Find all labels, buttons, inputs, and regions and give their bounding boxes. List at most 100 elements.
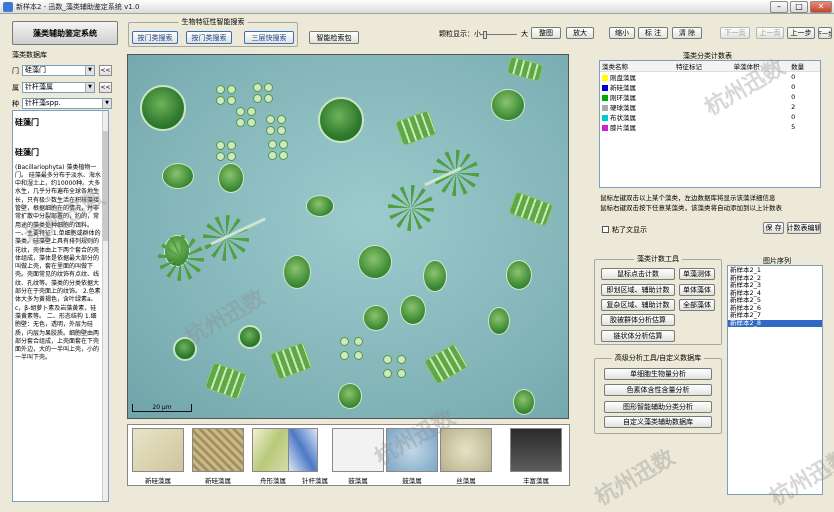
stats-table[interactable]: 藻类名称 特征标记 单藻体积 数量 刚盘藻属 0 新硅藻属 0 刚环藻属 0 硬球藻属 2 布状…: [599, 60, 821, 188]
stats-row-mark: [674, 72, 732, 83]
phylum-select[interactable]: 硅藻门 ▼: [22, 65, 95, 76]
save-button[interactable]: 保 存: [763, 222, 784, 234]
stats-row[interactable]: 刚环藻属 0: [600, 92, 820, 102]
phylum-back-button[interactable]: <<: [99, 65, 112, 76]
class-back-button[interactable]: <<: [99, 82, 112, 93]
stats-row[interactable]: 刚盘藻属 0: [600, 72, 820, 83]
diatom-colony: [506, 55, 544, 83]
algae-cell: [358, 245, 392, 279]
stats-row-count: 0: [791, 113, 796, 121]
stats-row[interactable]: 膝片藻属 5: [600, 122, 820, 132]
algae-cell: [283, 255, 311, 289]
thumbnail-1[interactable]: [192, 428, 244, 472]
col-count: 数量: [789, 61, 820, 72]
stats-row[interactable]: 硬球藻属 2: [600, 102, 820, 112]
diatom-colony: [204, 361, 248, 401]
image-sequence-list[interactable]: 新样本2_1 新样本2_2 新样本2_3 新样本2_4 新样本2_5 新样本2_6 新样本2…: [727, 265, 823, 495]
description-scrollbar[interactable]: [102, 111, 108, 501]
stats-row[interactable]: 新硅藻属 0: [600, 82, 820, 92]
chevron-down-icon: ▼: [85, 83, 94, 92]
color-swatch: [602, 125, 608, 131]
stats-row-name: 刚盘藻属: [600, 72, 674, 82]
app-icon: [3, 2, 13, 12]
algae-cell: [338, 383, 362, 409]
quad-algae: [253, 83, 275, 105]
thumbnail-label-7: 丰富藻属: [523, 477, 549, 485]
quad-algae: [340, 337, 370, 367]
complex-region-count-button[interactable]: 复杂区域、辅助计数: [601, 299, 675, 311]
species-label: 种: [12, 100, 19, 108]
mark-button[interactable]: 标 注: [638, 27, 668, 39]
show-label-checkbox[interactable]: [602, 226, 609, 233]
thumbnail-7[interactable]: [510, 428, 562, 472]
class-select[interactable]: 针杆藻属 ▼: [22, 82, 95, 93]
all-body-button[interactable]: 全部藻体: [679, 299, 715, 311]
description-title: 硅藻门: [15, 118, 39, 127]
thumbnail-0[interactable]: [132, 428, 184, 472]
count-table-edit-button[interactable]: 计数表编辑: [787, 222, 821, 234]
diatom-colony: [394, 109, 438, 147]
thumbnail-label-1: 新硅藻属: [205, 477, 231, 485]
thumbnail-3[interactable]: [288, 428, 318, 472]
search-by-phylum-button[interactable]: 按门类搜索: [132, 31, 178, 44]
system-button[interactable]: 藻类辅助鉴定系统: [12, 21, 118, 45]
close-button[interactable]: ✕: [810, 1, 832, 13]
prev-page-button[interactable]: 上一页: [756, 27, 784, 39]
algae-cell: [423, 260, 447, 292]
microscope-image[interactable]: 20 μm: [127, 54, 569, 419]
description-panel[interactable]: 硅藻门 硅藻门 (Bacillariophyta) 藻类植物一门。 硅藻最多分布…: [12, 110, 109, 502]
stats-row-volume: [732, 122, 790, 132]
algae-cell: [400, 295, 426, 325]
pigment-analysis-button[interactable]: 色素体含性含量分析: [604, 384, 712, 396]
quad-algae: [236, 107, 258, 129]
quick-search-button[interactable]: 三层快搜索: [244, 31, 294, 44]
full-image-button[interactable]: 整图: [531, 27, 561, 39]
thumbnail-6[interactable]: [440, 428, 492, 472]
zoom-slider[interactable]: [481, 31, 517, 39]
stats-row-mark: [674, 92, 732, 102]
maximize-button[interactable]: □: [790, 1, 808, 13]
zoom-label: 颗粒显示：小: [439, 30, 481, 38]
step-back-button[interactable]: 上一步: [787, 27, 815, 39]
phylum-label: 门: [12, 67, 19, 75]
zoom-in-button[interactable]: 放大: [566, 27, 594, 39]
chevron-down-icon: ▼: [102, 99, 111, 108]
diatom-colony: [423, 342, 469, 386]
algae-cell: [318, 97, 364, 143]
color-swatch: [602, 95, 608, 101]
next-page-button[interactable]: 下一页: [720, 27, 750, 39]
hint-left-click: 鼠标左键双击以上某个藻类，左边数据库将显示该藻详细信息: [600, 194, 776, 202]
quad-algae: [383, 355, 413, 385]
stats-row[interactable]: 布状藻属 0: [600, 112, 820, 122]
custom-database-button[interactable]: 自定义藻类辅助数据库: [604, 416, 712, 428]
star-algae: [158, 235, 204, 281]
single-algae-button[interactable]: 单藻测体: [679, 268, 715, 280]
smart-classify-button[interactable]: 图形智能辅助分类分析: [604, 401, 712, 413]
species-select[interactable]: 针杆藻spp. ▼: [22, 98, 112, 109]
biomass-analysis-button[interactable]: 单细胞生物量分析: [604, 368, 712, 380]
color-swatch: [602, 105, 608, 111]
algae-cell: [363, 305, 389, 331]
algae-cell: [513, 389, 535, 415]
zoom-out-button[interactable]: 缩小: [609, 27, 635, 39]
search-by-class-button[interactable]: 按门类搜索: [186, 31, 232, 44]
step-forward-button[interactable]: 下一步: [818, 27, 832, 39]
minimize-button[interactable]: –: [770, 1, 788, 13]
image-list-item[interactable]: 新样本2_8: [728, 319, 822, 327]
watermark: 杭州迅数: [590, 445, 680, 511]
thumbnail-label-6: 丝藻属: [456, 477, 476, 485]
stats-row-volume: [732, 102, 790, 112]
star-algae: [388, 185, 434, 231]
clear-button[interactable]: 清 除: [672, 27, 702, 39]
stats-row-count: 5: [791, 123, 796, 131]
thumbnail-5[interactable]: [386, 428, 438, 472]
region-count-button[interactable]: 即划区域、辅助计数: [601, 284, 675, 296]
thumbnail-4[interactable]: [332, 428, 384, 472]
chain-estimate-button[interactable]: 链状体分析估算: [601, 330, 675, 342]
quad-algae: [216, 85, 238, 107]
single-body-button[interactable]: 单体藻体: [679, 284, 715, 296]
click-count-button[interactable]: 鼠标点击计数: [601, 268, 675, 280]
scale-bar: 20 μm: [132, 404, 192, 412]
smart-pack-button[interactable]: 智能检索包: [309, 31, 359, 44]
colony-estimate-button[interactable]: 胶被群体分析估算: [601, 314, 675, 326]
